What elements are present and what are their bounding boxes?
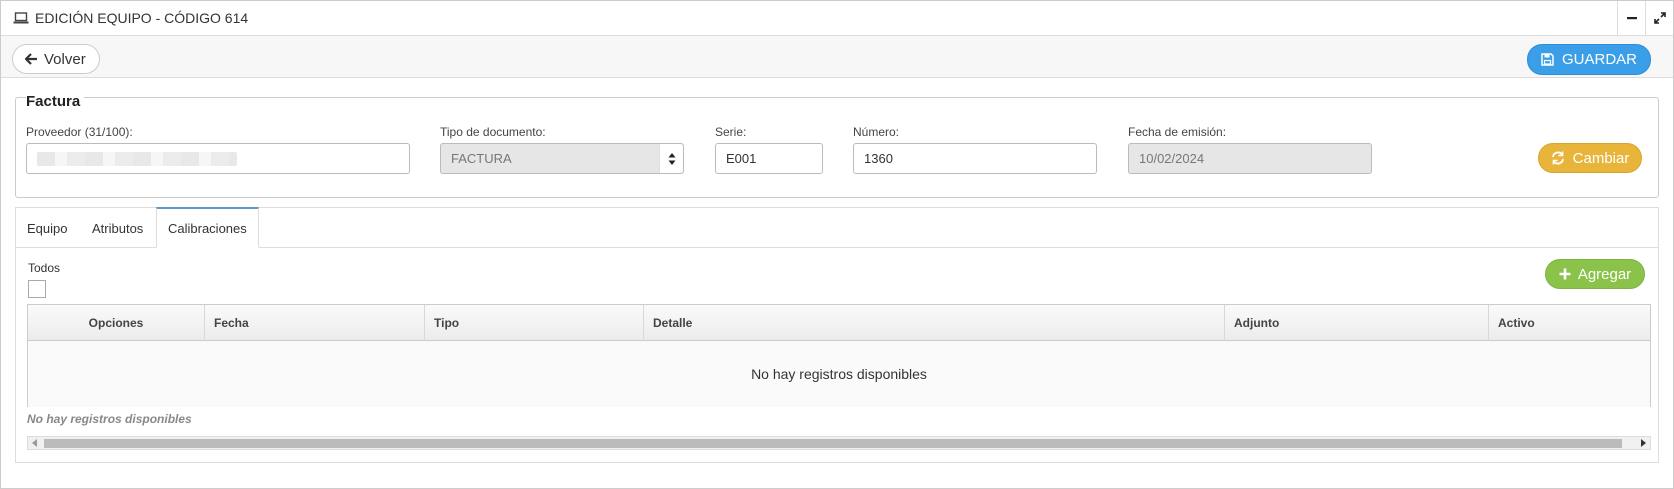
refresh-icon	[1551, 151, 1564, 165]
agregar-button-label: Agregar	[1577, 265, 1632, 283]
column-header-adjunto[interactable]: Adjunto	[1225, 305, 1489, 341]
grid-header: Opciones Fecha Tipo Detalle Adjunto Acti…	[28, 305, 1650, 341]
serie-label: Serie:	[715, 125, 747, 139]
tab-equipo[interactable]: Equipo	[16, 208, 78, 248]
tab-atributos[interactable]: Atributos	[81, 208, 154, 248]
proveedor-value-redacted	[37, 151, 237, 166]
action-toolbar: Volver GUARDAR	[1, 36, 1673, 78]
fecha-emision-label: Fecha de emisión:	[1128, 125, 1227, 139]
window-title: EDICIÓN EQUIPO - CÓDIGO 614	[35, 10, 249, 26]
numero-label: Número:	[853, 125, 900, 139]
back-button[interactable]: Volver	[12, 44, 100, 74]
numero-value: 1360	[864, 151, 893, 166]
todos-label: Todos	[28, 261, 61, 275]
window-titlebar: EDICIÓN EQUIPO - CÓDIGO 614	[1, 1, 1673, 36]
plus-icon	[1559, 268, 1571, 280]
tipo-documento-value: FACTURA	[451, 151, 512, 166]
column-header-detalle[interactable]: Detalle	[644, 305, 1225, 341]
sort-icon	[668, 152, 675, 165]
horizontal-scrollbar[interactable]	[27, 436, 1651, 450]
floppy-disk-icon	[1541, 53, 1554, 66]
serie-input[interactable]: E001	[715, 143, 823, 174]
proveedor-input[interactable]	[26, 143, 410, 174]
scroll-left-arrow[interactable]	[28, 437, 42, 449]
factura-legend: Factura	[26, 93, 85, 110]
expand-icon	[1653, 12, 1666, 24]
fecha-emision-value: 10/02/2024	[1139, 151, 1205, 166]
column-header-fecha[interactable]: Fecha	[205, 305, 425, 341]
grid-empty-message: No hay registros disponibles	[28, 341, 1650, 407]
caret-left-icon	[32, 439, 37, 447]
cambiar-button[interactable]: Cambiar	[1538, 143, 1642, 173]
arrow-left-icon	[25, 53, 37, 65]
column-header-tipo[interactable]: Tipo	[425, 305, 644, 341]
select-toggle[interactable]	[659, 144, 683, 173]
fecha-emision-input[interactable]: 10/02/2024	[1128, 143, 1372, 174]
numero-input[interactable]: 1360	[853, 143, 1097, 174]
serie-value: E001	[726, 151, 757, 166]
column-header-activo[interactable]: Activo	[1489, 305, 1650, 341]
proveedor-label: Proveedor (31/100):	[26, 125, 133, 139]
cambiar-button-label: Cambiar	[1572, 149, 1630, 167]
expand-button[interactable]	[1645, 1, 1673, 35]
caret-right-icon	[1641, 439, 1646, 447]
minimize-button[interactable]	[1617, 1, 1645, 35]
tab-calibraciones[interactable]: Calibraciones	[156, 207, 259, 248]
tab-bar: Equipo Atributos Calibraciones	[16, 207, 1658, 248]
agregar-button[interactable]: Agregar	[1545, 259, 1645, 289]
tabs-panel: Equipo Atributos Calibraciones Todos Agr…	[15, 207, 1659, 463]
minimize-icon	[1626, 17, 1637, 20]
grid-footer-status: No hay registros disponibles	[27, 412, 192, 426]
todos-checkbox[interactable]	[28, 280, 46, 298]
calibraciones-grid: Opciones Fecha Tipo Detalle Adjunto Acti…	[27, 304, 1651, 407]
scroll-thumb[interactable]	[44, 439, 1622, 448]
edit-equipment-window: EDICIÓN EQUIPO - CÓDIGO 614 Volver GUARD…	[0, 0, 1674, 489]
scroll-right-arrow[interactable]	[1636, 437, 1650, 449]
tipo-documento-label: Tipo de documento:	[440, 125, 546, 139]
save-button[interactable]: GUARDAR	[1527, 44, 1651, 75]
laptop-icon	[13, 12, 29, 24]
save-button-label: GUARDAR	[1561, 51, 1637, 68]
back-button-label: Volver	[44, 50, 86, 68]
tipo-documento-select[interactable]: FACTURA	[440, 143, 684, 174]
column-header-opciones[interactable]: Opciones	[28, 305, 205, 341]
